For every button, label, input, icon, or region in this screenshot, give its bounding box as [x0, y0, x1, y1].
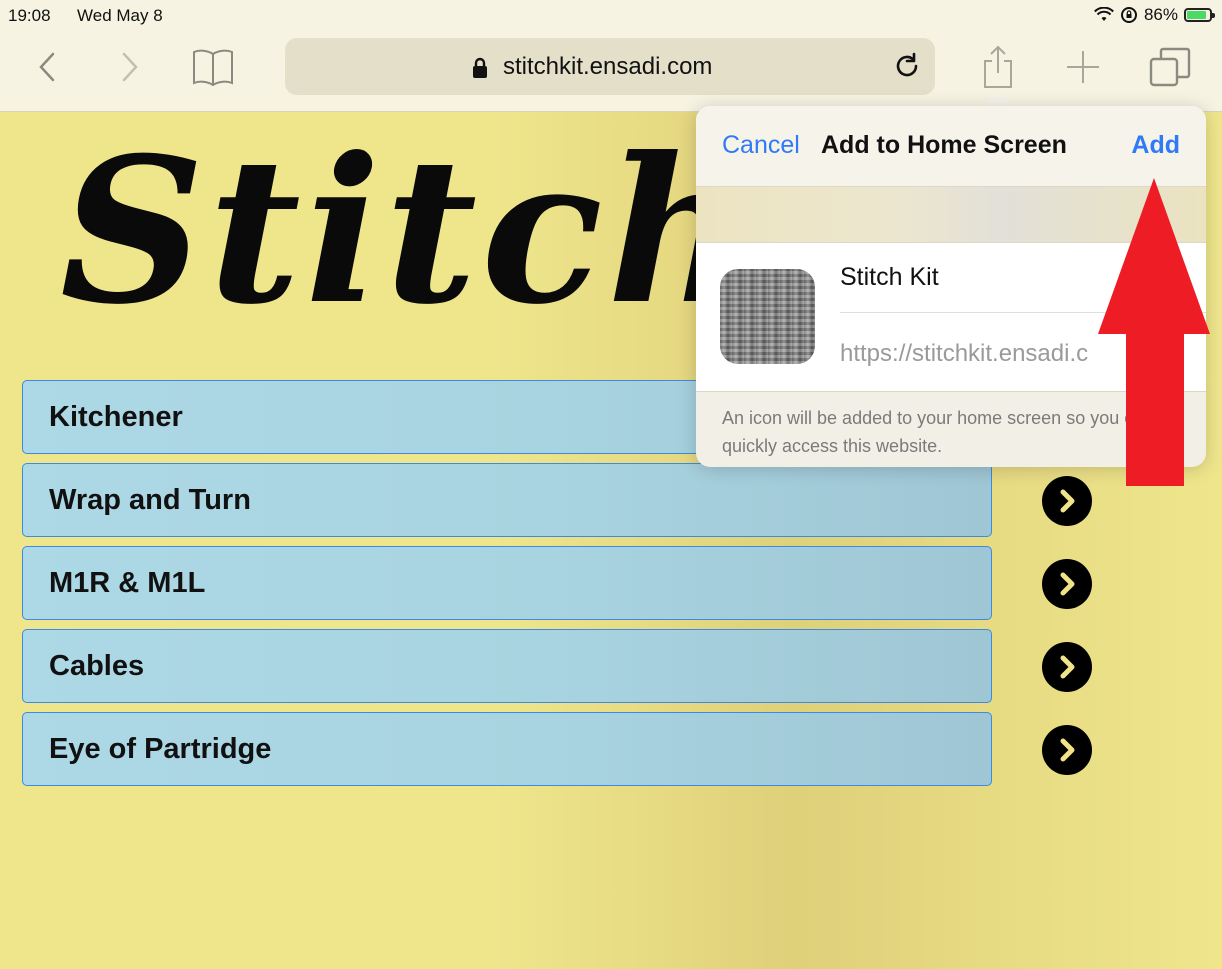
new-tab-button[interactable] [1058, 42, 1108, 92]
status-time: 19:08 [8, 6, 51, 25]
chevron-right-icon[interactable] [1042, 476, 1092, 526]
browser-toolbar: stitchkit.ensadi.com [0, 32, 1222, 112]
up-arrow-annotation [1098, 178, 1210, 486]
lock-icon [473, 57, 487, 78]
tabs-icon [1149, 47, 1191, 87]
cancel-button[interactable]: Cancel [722, 131, 800, 160]
new-tab-icon [1067, 51, 1099, 83]
site-logo: Stitch [60, 114, 757, 349]
status-bar: 19:08 Wed May 8 86% [0, 0, 1222, 32]
list-item-eye-of-partridge[interactable]: Eye of Partridge [22, 712, 992, 786]
list-item-label: Kitchener [49, 401, 183, 433]
back-icon [39, 52, 55, 82]
app-icon [720, 269, 815, 364]
list-item-label: M1R & M1L [49, 567, 206, 599]
back-button[interactable] [22, 42, 72, 92]
popover-caret [983, 92, 1013, 107]
list-item-label: Cables [49, 650, 145, 682]
app-url: https://stitchkit.ensadi.c [840, 340, 1089, 367]
list-item-wrap-and-turn[interactable]: Wrap and Turn [22, 463, 992, 537]
share-button[interactable] [973, 42, 1023, 92]
popover-title: Add to Home Screen [821, 131, 1067, 159]
popover-header: Cancel Add to Home Screen Add [696, 106, 1206, 187]
status-right-group: 86% [1094, 5, 1215, 25]
forward-icon [122, 52, 138, 82]
bookmarks-icon [193, 49, 233, 86]
orientation-lock-icon [1120, 7, 1137, 23]
list-item-label: Wrap and Turn [49, 484, 251, 516]
chevron-right-icon[interactable] [1042, 642, 1092, 692]
chevron-right-icon[interactable] [1042, 725, 1092, 775]
forward-button[interactable] [105, 42, 155, 92]
wifi-icon [1094, 7, 1114, 21]
list-item-label: Eye of Partridge [49, 733, 272, 765]
battery-fill [1187, 11, 1206, 19]
battery-icon [1184, 8, 1215, 22]
battery-percent: 86% [1143, 5, 1178, 24]
address-bar[interactable]: stitchkit.ensadi.com [285, 38, 935, 95]
share-icon [984, 45, 1012, 88]
app-name-field[interactable]: Stitch Kit [840, 263, 939, 292]
tabs-button[interactable] [1145, 42, 1195, 92]
add-button[interactable]: Add [1131, 131, 1180, 160]
status-date: Wed May 8 [77, 6, 163, 25]
list-item-cables[interactable]: Cables [22, 629, 992, 703]
list-item-m1r-m1l[interactable]: M1R & M1L [22, 546, 992, 620]
address-url: stitchkit.ensadi.com [503, 53, 713, 80]
reload-icon[interactable] [893, 52, 921, 80]
chevron-right-icon[interactable] [1042, 559, 1092, 609]
bookmarks-button[interactable] [188, 42, 238, 92]
